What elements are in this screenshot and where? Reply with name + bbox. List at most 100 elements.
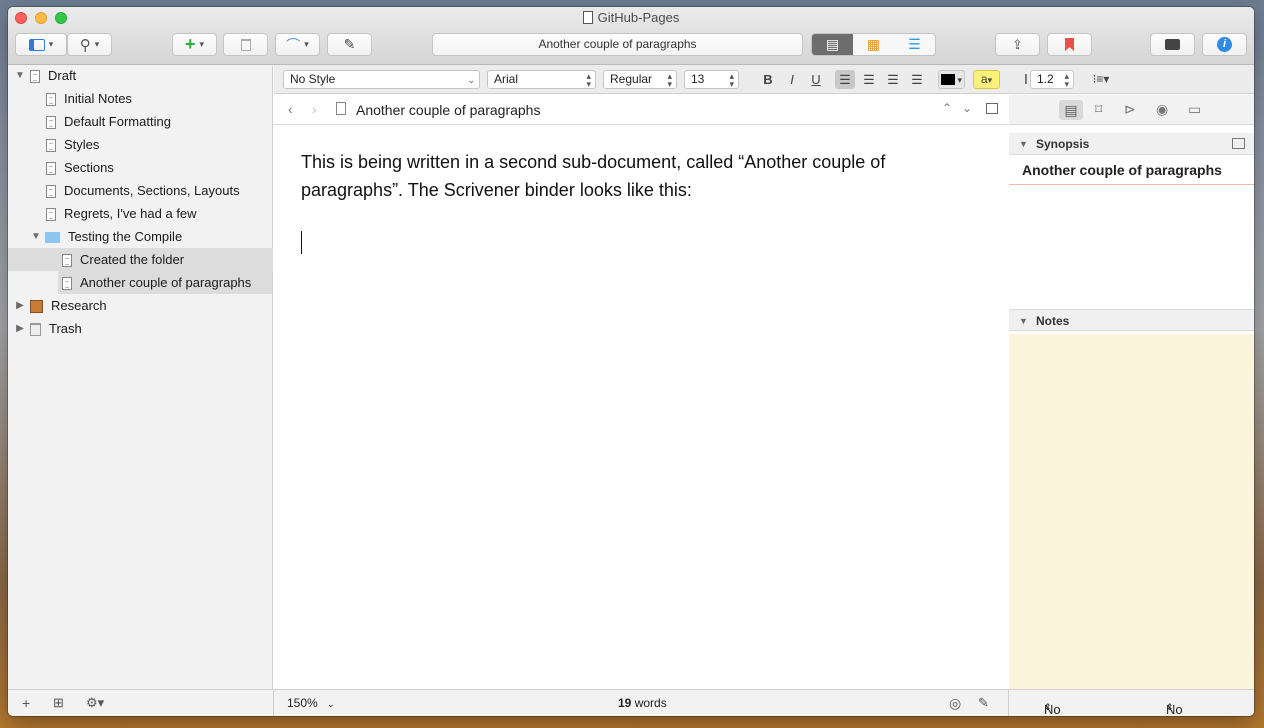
search-icon: ⚲ — [79, 36, 91, 54]
notes-textarea[interactable] — [1009, 334, 1254, 689]
bookmark-button[interactable] — [1047, 33, 1092, 56]
binder-sidebar: ▼ Draft Initial Notes Default Formatting… — [8, 65, 273, 689]
binder-item-documents-sections-layouts[interactable]: Documents, Sections, Layouts — [46, 180, 240, 202]
document-icon — [46, 93, 56, 107]
binder-item-styles[interactable]: Styles — [46, 134, 99, 156]
attach-button[interactable]: ⌒ ▾ — [275, 33, 320, 56]
binder-item-default-formatting[interactable]: Default Formatting — [46, 111, 171, 133]
composition-mode-button[interactable] — [1150, 33, 1195, 56]
scrivenings-view-button[interactable]: ▤ — [812, 34, 853, 55]
bookmarks-tab-icon[interactable]: ⌑ — [1095, 101, 1102, 118]
document-icon — [62, 277, 72, 291]
binder-item-draft[interactable]: Draft — [30, 65, 76, 87]
disclosure-expanded-icon[interactable]: ▼ — [14, 70, 26, 81]
chevron-down-icon[interactable]: ⌄ — [962, 101, 972, 115]
gear-icon[interactable]: ⚙▾ — [86, 695, 104, 711]
editor-body-text[interactable]: This is being written in a second sub-do… — [301, 148, 981, 204]
font-size-select[interactable]: 13 ▴ ▾ — [684, 70, 739, 89]
inspector-panel: ▤ ⌑ ⊳ ◉ ▭ ▼ Synopsis Another couple of pa… — [1009, 95, 1254, 689]
binder-item-initial-notes[interactable]: Initial Notes — [46, 88, 132, 110]
binder-item-label: Testing the Compile — [68, 229, 183, 244]
synopsis-label: Synopsis — [1036, 137, 1090, 151]
outliner-view-button[interactable]: ☰ — [894, 34, 935, 55]
font-family-select[interactable]: Arial ▴ ▾ — [487, 70, 596, 89]
add-icon[interactable]: + — [22, 695, 30, 711]
binder-item-label: Default Formatting — [64, 114, 171, 129]
disclosure-expanded-icon[interactable]: ▼ — [30, 231, 42, 242]
sidebar-icon — [28, 38, 45, 51]
underline-button[interactable]: U — [806, 70, 826, 89]
bookmark-icon — [1065, 38, 1074, 51]
image-icon[interactable] — [1232, 138, 1245, 149]
back-arrow-icon[interactable]: ‹ — [288, 101, 293, 117]
window-title: GitHub-Pages — [8, 10, 1254, 25]
document-icon — [336, 102, 346, 115]
synopsis-title[interactable]: Another couple of paragraphs — [1022, 162, 1222, 178]
chevron-down-icon: ▾ — [94, 39, 100, 49]
text-color-button[interactable]: ▾ — [938, 70, 965, 89]
binder-item-created-the-folder[interactable]: Created the folder — [62, 249, 184, 271]
document-title-field[interactable]: Another couple of paragraphs — [432, 33, 803, 56]
share-button[interactable]: ⇪ — [995, 33, 1040, 56]
binder-item-research[interactable]: Research — [30, 295, 107, 317]
inspector-tabs: ▤ ⌑ ⊳ ◉ ▭ — [1009, 95, 1254, 125]
chevron-down-icon: ▾ — [957, 75, 962, 85]
disclosure-collapsed-icon[interactable]: ▶ — [14, 300, 26, 311]
inspector-toggle-button[interactable]: i — [1202, 33, 1247, 56]
binder-item-trash[interactable]: Trash — [30, 318, 82, 340]
font-weight-select[interactable]: Regular ▴ ▾ — [603, 70, 677, 89]
metadata-tab-icon[interactable]: ⊳ — [1124, 101, 1136, 118]
align-left-button[interactable]: ☰ — [835, 70, 855, 89]
list-button[interactable]: ⁝≡▾ — [1086, 70, 1116, 89]
line-spacing-select[interactable]: 1.2 ▴ ▾ — [1030, 70, 1074, 89]
align-justify-icon: ☰ — [911, 72, 923, 87]
text-color-swatch — [941, 74, 955, 85]
editor-header: ‹ › Another couple of paragraphs ⌃ ⌄ — [274, 95, 1008, 125]
binder-item-testing-the-compile[interactable]: Testing the Compile — [45, 226, 182, 248]
binder-footer: + ⊞ ⚙▾ — [8, 689, 274, 716]
binder-item-regrets[interactable]: Regrets, I've had a few — [46, 203, 197, 225]
style-select[interactable]: No Style ⌄ — [283, 70, 480, 89]
add-item-button[interactable]: + ▾ — [172, 33, 217, 56]
align-right-button[interactable]: ☰ — [883, 70, 903, 89]
notes-tab-icon[interactable]: ▤ — [1059, 100, 1083, 120]
snapshots-tab-icon[interactable]: ◉ — [1156, 101, 1168, 118]
chevron-up-icon[interactable]: ⌃ — [942, 101, 952, 115]
stepper-icon: ▴ ▾ — [667, 71, 672, 89]
target-icon[interactable]: ◎ — [949, 695, 961, 712]
notes-header[interactable]: ▼ Notes — [1009, 309, 1254, 331]
align-center-button[interactable]: ☰ — [859, 70, 879, 89]
search-button[interactable]: ⚲ ▾ — [67, 33, 112, 56]
style-value: No Style — [290, 72, 336, 86]
binder-item-another-couple-of-paragraphs[interactable]: Another couple of paragraphs — [62, 272, 251, 294]
view-toggle-button[interactable]: ▾ — [15, 33, 67, 56]
text-editor[interactable]: This is being written in a second sub-do… — [274, 125, 1008, 689]
binder-item-label: Research — [51, 298, 107, 313]
note-icon[interactable]: ✎ — [978, 695, 989, 711]
binder-item-label: Initial Notes — [64, 91, 132, 106]
synopsis-header[interactable]: ▼ Synopsis — [1009, 133, 1254, 155]
comments-tab-icon[interactable]: ▭ — [1188, 101, 1201, 118]
add-folder-icon[interactable]: ⊞ — [53, 695, 64, 711]
disclosure-expanded-icon: ▼ — [1019, 316, 1028, 326]
word-count-value: 19 — [618, 696, 632, 710]
corkboard-icon: ▦ — [866, 36, 881, 52]
corkboard-view-button[interactable]: ▦ — [853, 34, 894, 55]
highlight-button[interactable]: a▾ — [973, 70, 1000, 89]
align-justify-button[interactable]: ☰ — [907, 70, 927, 89]
delete-button[interactable] — [223, 33, 268, 56]
folder-icon — [45, 232, 60, 244]
document-icon — [46, 208, 56, 222]
zoom-select[interactable]: 150% ⌄ — [287, 696, 335, 710]
forward-arrow-icon[interactable]: › — [312, 101, 317, 117]
align-right-icon: ☰ — [887, 72, 899, 87]
draft-icon — [30, 70, 40, 84]
disclosure-collapsed-icon[interactable]: ▶ — [14, 323, 26, 334]
binder-item-label: Sections — [64, 160, 114, 175]
binder-item-sections[interactable]: Sections — [46, 157, 114, 179]
italic-button[interactable]: I — [782, 70, 802, 89]
compose-button[interactable]: ✎ — [327, 33, 372, 56]
split-editor-icon[interactable] — [986, 103, 998, 114]
bold-button[interactable]: B — [758, 70, 778, 89]
document-icon — [46, 116, 56, 130]
